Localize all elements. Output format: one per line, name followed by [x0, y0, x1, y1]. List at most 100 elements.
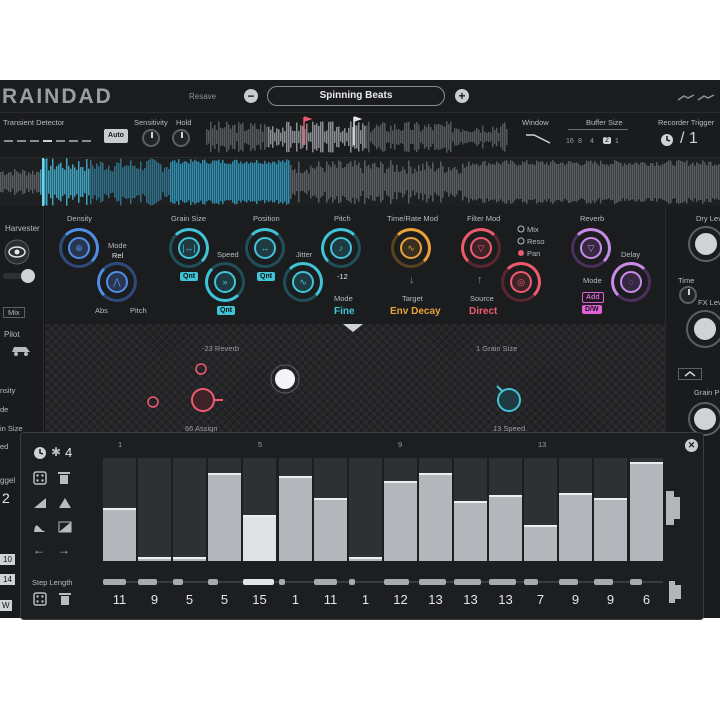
step-level-bar[interactable]	[454, 501, 487, 561]
star-count[interactable]: 4	[65, 445, 72, 460]
step-level-bar[interactable]	[419, 473, 452, 561]
sample-waveform[interactable]	[0, 158, 720, 206]
triangle-icon[interactable]	[58, 497, 72, 509]
target-value[interactable]: Env Decay	[390, 306, 441, 317]
position-quantize-toggle[interactable]: Qnt	[257, 272, 276, 281]
step-length-value[interactable]: 13	[418, 592, 453, 607]
add-mode-button[interactable]: Add	[582, 292, 604, 303]
speed-knob[interactable]: »	[205, 262, 245, 302]
step-length-bar[interactable]	[454, 579, 481, 585]
dice-icon[interactable]	[33, 471, 47, 485]
buffer-size-option[interactable]: 1	[615, 138, 619, 145]
overview-waveform[interactable]	[206, 115, 508, 155]
next-preset-button[interactable]: +	[455, 89, 469, 103]
grain-size-knob[interactable]: |↔|	[169, 228, 209, 268]
step-level-bar[interactable]	[314, 498, 347, 561]
position-knob[interactable]: ↔	[245, 228, 285, 268]
step-length-value[interactable]: 9	[137, 592, 172, 607]
time-rate-mod-knob[interactable]: ∿	[391, 228, 431, 268]
step-column[interactable]	[559, 458, 592, 561]
speed-quantize-toggle[interactable]: Qnt	[217, 306, 236, 315]
length-end-handle-icon[interactable]	[669, 581, 683, 603]
step-column[interactable]	[524, 458, 557, 561]
recorder-trigger-value[interactable]: / 1	[680, 130, 698, 148]
grain-visualizer[interactable]: -23 Reverb 1 Grain Size 66 Assign 13 Spe…	[45, 324, 665, 434]
step-length-bar[interactable]	[419, 579, 446, 585]
chevron-up-icon[interactable]	[678, 368, 702, 380]
step-length-bar[interactable]	[243, 579, 274, 585]
step-level-bar[interactable]	[349, 557, 382, 561]
step-length-value[interactable]: 11	[102, 592, 137, 607]
step-column[interactable]	[594, 458, 627, 561]
step-level-bar[interactable]	[594, 498, 627, 561]
dry-level-knob[interactable]	[688, 226, 720, 262]
step-length-value[interactable]: 13	[453, 592, 488, 607]
step-column[interactable]	[243, 458, 276, 561]
buffer-size-option[interactable]: 2	[603, 137, 611, 144]
close-sequencer-button[interactable]: ✕	[685, 439, 698, 452]
mode-value[interactable]: Rel	[112, 251, 123, 260]
buffer-size-option[interactable]: 8	[578, 138, 582, 145]
step-length-bar[interactable]	[279, 579, 285, 585]
step-length-bar[interactable]	[103, 579, 126, 585]
step-length-bar[interactable]	[208, 579, 218, 585]
hold-knob[interactable]	[172, 129, 190, 147]
density-mode-knob[interactable]: ⋀	[97, 262, 137, 302]
clock-icon[interactable]	[660, 133, 674, 147]
bird-icon[interactable]	[676, 92, 716, 104]
sensitivity-knob[interactable]	[142, 129, 160, 147]
step-level-bar[interactable]	[243, 515, 276, 561]
step-column[interactable]	[384, 458, 417, 561]
filter-amount-knob[interactable]: ◎	[501, 262, 541, 302]
previous-preset-button[interactable]: −	[244, 89, 258, 103]
buffer-size-option[interactable]: 4	[590, 138, 594, 145]
delay-knob[interactable]: ◌	[611, 262, 651, 302]
trash-icon[interactable]	[58, 471, 70, 485]
step-length-value[interactable]: 9	[558, 592, 593, 607]
step-column[interactable]	[349, 458, 382, 561]
fx-level-knob[interactable]	[686, 310, 720, 348]
step-length-bar[interactable]	[173, 579, 183, 585]
filter-option-pan[interactable]: Pan	[527, 249, 540, 258]
step-length-bar[interactable]	[138, 579, 157, 585]
buffer-size-option[interactable]: 16	[566, 138, 574, 145]
step-length-bar[interactable]	[384, 579, 409, 585]
end-handle-icon[interactable]	[666, 491, 682, 525]
curve-icon[interactable]	[33, 521, 47, 533]
step-column[interactable]	[630, 458, 663, 561]
step-level-bar[interactable]	[279, 476, 312, 561]
pilot-car-icon[interactable]	[10, 342, 34, 358]
step-column[interactable]	[489, 458, 522, 561]
pitch-mode-value[interactable]: Fine	[334, 306, 355, 317]
step-level-bar[interactable]	[559, 493, 592, 561]
step-length-value[interactable]: 6	[629, 592, 664, 607]
step-length-bar[interactable]	[489, 579, 516, 585]
arrow-right-icon[interactable]: →	[58, 543, 70, 557]
step-length-bar[interactable]	[524, 579, 538, 585]
pitch-knob[interactable]: ♪	[321, 228, 361, 268]
step-column[interactable]	[454, 458, 487, 561]
clock-icon[interactable]	[33, 446, 47, 460]
harvester-toggle[interactable]	[2, 268, 40, 284]
step-level-bar[interactable]	[208, 473, 241, 561]
window-shape-icon[interactable]	[524, 129, 552, 145]
step-level-bar[interactable]	[630, 462, 663, 561]
density-knob[interactable]: ⊕	[59, 228, 99, 268]
step-level-bar[interactable]	[173, 557, 206, 561]
step-length-bar[interactable]	[559, 579, 578, 585]
jitter-knob[interactable]: ∿	[283, 262, 323, 302]
trash-icon[interactable]	[59, 592, 71, 606]
grain-nodes[interactable]	[45, 324, 665, 434]
step-length-value[interactable]: 5	[172, 592, 207, 607]
step-length-value[interactable]: 5	[207, 592, 242, 607]
reverb-knob[interactable]: ▽	[571, 228, 611, 268]
step-column[interactable]	[173, 458, 206, 561]
step-column[interactable]	[103, 458, 136, 561]
step-level-bar[interactable]	[489, 495, 522, 561]
auto-detect-button[interactable]: Auto	[104, 129, 128, 143]
step-length-value[interactable]: 11	[313, 592, 348, 607]
time-knob[interactable]	[679, 286, 697, 304]
step-level-bar[interactable]	[384, 481, 417, 561]
step-length-bar[interactable]	[349, 579, 355, 585]
step-level-bar[interactable]	[103, 508, 136, 561]
